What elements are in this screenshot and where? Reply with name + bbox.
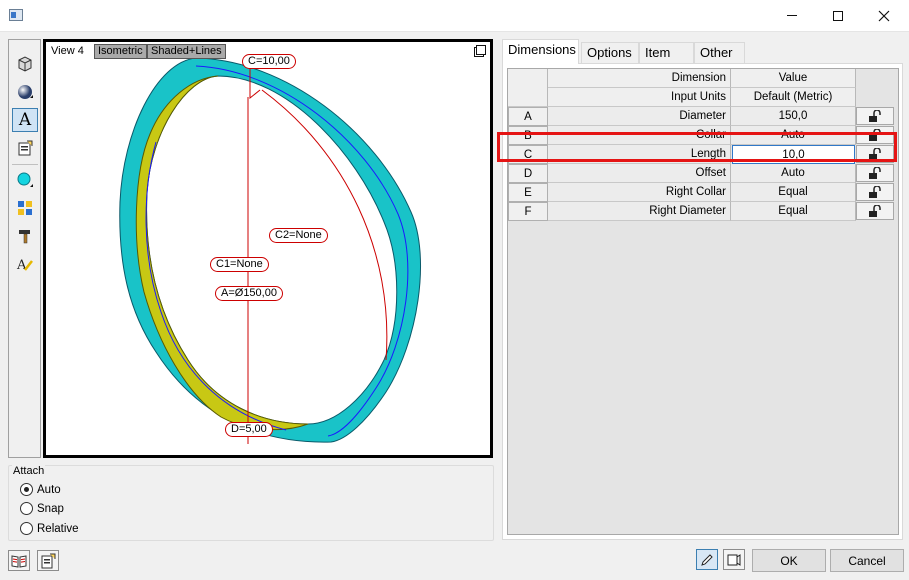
dimension-name-collar: Collar xyxy=(548,126,731,145)
lock-button-f[interactable] xyxy=(856,202,894,220)
row-header-a[interactable]: A xyxy=(508,107,548,126)
row-header-e[interactable]: E xyxy=(508,183,548,202)
dimension-value-diameter[interactable]: 150,0 xyxy=(731,107,856,126)
cancel-button[interactable]: Cancel xyxy=(830,549,904,572)
row-header-b[interactable]: B xyxy=(508,126,548,145)
attach-title: Attach xyxy=(12,465,46,477)
film-frame-icon xyxy=(727,553,741,566)
radio-button-checked[interactable] xyxy=(20,483,33,496)
view-cube-icon[interactable] xyxy=(12,52,38,76)
tool-separator xyxy=(12,164,38,165)
properties-button[interactable] xyxy=(37,550,59,571)
dimension-name-diameter: Diameter xyxy=(548,107,731,126)
dimension-value-right-diameter[interactable]: Equal xyxy=(731,202,856,221)
dimensions-grid: Dimension Value Input Units Default (Met… xyxy=(507,68,899,535)
tab-dimensions[interactable]: Dimensions xyxy=(502,39,579,64)
model-viewport[interactable]: View 4 Isometric Shaded+Lines C=10,00 C2… xyxy=(43,39,493,458)
radio-button[interactable] xyxy=(20,522,33,535)
attach-snap-radio[interactable]: Snap xyxy=(20,502,64,515)
tab-other[interactable]: Other xyxy=(694,42,745,63)
padlock-open-icon xyxy=(869,109,881,122)
maximize-button[interactable] xyxy=(815,0,861,31)
radio-button[interactable] xyxy=(20,502,33,515)
grid-corner xyxy=(508,69,548,88)
input-units-label: Input Units xyxy=(548,88,731,107)
view-name: View 4 xyxy=(51,45,84,57)
display-mode-button[interactable]: Shaded+Lines xyxy=(147,44,226,59)
dimension-label-c[interactable]: C=10,00 xyxy=(242,54,296,69)
ok-button[interactable]: OK xyxy=(752,549,826,572)
attach-auto-radio[interactable]: Auto xyxy=(20,483,61,496)
padlock-open-icon xyxy=(869,166,881,179)
row-header-d[interactable]: D xyxy=(508,164,548,183)
dimension-label-c1[interactable]: C1=None xyxy=(210,257,269,272)
row-header-c[interactable]: C xyxy=(508,145,548,164)
column-header-dimension: Dimension xyxy=(548,69,731,88)
dimensions-panel: Dimension Value Input Units Default (Met… xyxy=(502,63,903,540)
text-style-icon[interactable]: A xyxy=(12,252,38,276)
tab-item[interactable]: Item xyxy=(639,42,694,63)
restore-view-icon[interactable] xyxy=(474,45,486,57)
lock-button-d[interactable] xyxy=(856,164,894,182)
shading-sphere-icon[interactable] xyxy=(12,80,38,104)
edit-pencil-button[interactable] xyxy=(696,549,718,570)
dimension-label-c2[interactable]: C2=None xyxy=(269,228,328,243)
text-annotation-icon[interactable]: A xyxy=(12,108,38,132)
dimension-value-offset[interactable]: Auto xyxy=(731,164,856,183)
dimension-label-d[interactable]: D=5,00 xyxy=(225,422,273,437)
maximize-icon xyxy=(833,10,843,21)
padlock-open-icon xyxy=(869,147,881,160)
grid-corner xyxy=(508,88,548,107)
dimension-name-offset: Offset xyxy=(548,164,731,183)
lock-button-c[interactable] xyxy=(856,145,894,163)
dimension-value-right-collar[interactable]: Equal xyxy=(731,183,856,202)
row-header-f[interactable]: F xyxy=(508,202,548,221)
properties-icon[interactable] xyxy=(12,136,38,160)
view-toggle-button[interactable] xyxy=(723,549,745,570)
circle-shape-icon[interactable] xyxy=(12,168,38,192)
tool-strip: A A xyxy=(8,39,41,458)
lock-button-b[interactable] xyxy=(856,126,894,144)
attach-relative-radio[interactable]: Relative xyxy=(20,522,79,535)
padlock-open-icon xyxy=(869,128,881,141)
lock-button-e[interactable] xyxy=(856,183,894,201)
dimension-label-a[interactable]: A=Ø150,00 xyxy=(215,286,283,301)
padlock-open-icon xyxy=(869,185,881,198)
app-icon xyxy=(9,9,23,21)
svg-text:A: A xyxy=(16,258,27,273)
minimize-button[interactable] xyxy=(769,0,815,31)
close-button[interactable] xyxy=(861,0,907,31)
hammer-tool-icon[interactable] xyxy=(12,224,38,248)
book-icon xyxy=(11,554,27,568)
projection-mode-button[interactable]: Isometric xyxy=(94,44,147,59)
close-icon xyxy=(878,10,890,21)
tab-options[interactable]: Options xyxy=(581,42,639,63)
layout-grid-icon[interactable] xyxy=(12,196,38,220)
attach-group: Attach Auto Snap Relative xyxy=(8,465,494,541)
ring-model[interactable] xyxy=(46,42,490,455)
lock-button-a[interactable] xyxy=(856,107,894,125)
dimension-value-length-input[interactable]: 10,0 xyxy=(732,145,855,164)
dimension-name-length: Length xyxy=(548,145,731,164)
column-header-value: Value xyxy=(731,69,856,88)
dimension-value-collar[interactable]: Auto xyxy=(731,126,856,145)
input-units-value[interactable]: Default (Metric) xyxy=(731,88,856,107)
properties-icon xyxy=(41,553,56,568)
title-bar xyxy=(0,0,909,32)
dimension-name-right-collar: Right Collar xyxy=(548,183,731,202)
book-help-button[interactable] xyxy=(8,550,30,571)
pencil-icon xyxy=(701,553,713,566)
dimension-name-right-diameter: Right Diameter xyxy=(548,202,731,221)
padlock-open-icon xyxy=(869,204,881,217)
minimize-icon xyxy=(787,15,797,16)
